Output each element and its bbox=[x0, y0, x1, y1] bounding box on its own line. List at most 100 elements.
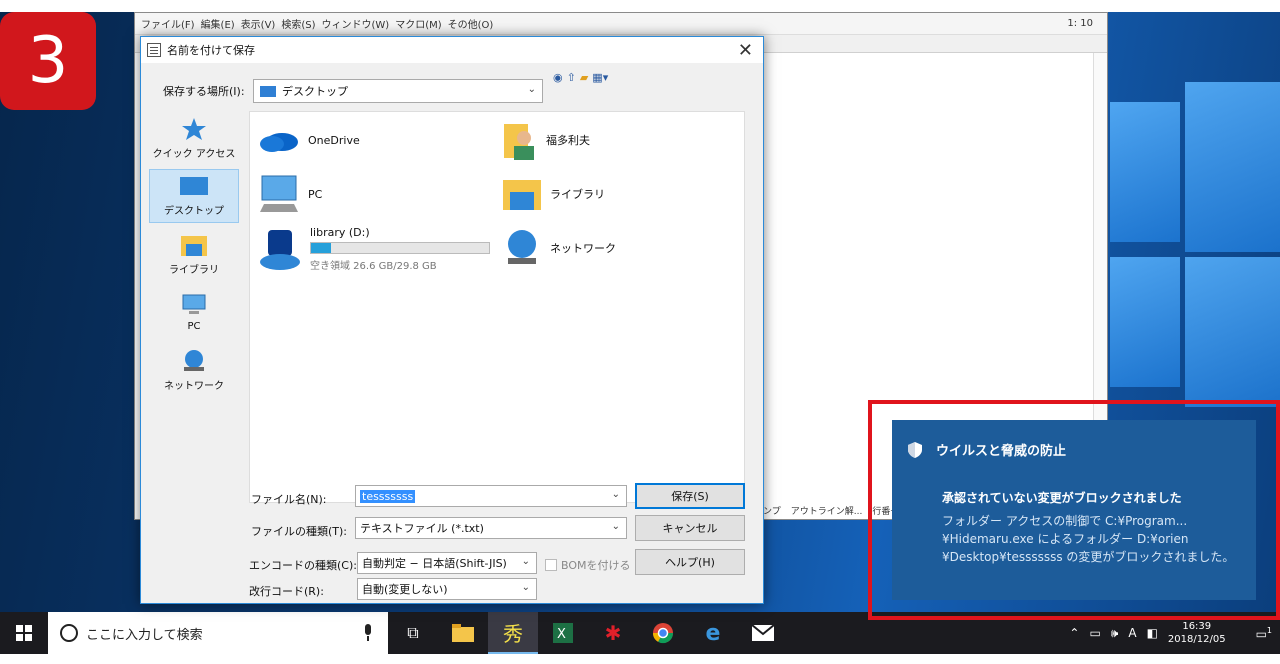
menu-search[interactable]: 検索(S) bbox=[281, 16, 315, 31]
desktop-icon bbox=[180, 176, 208, 195]
checkbox-icon bbox=[545, 559, 557, 571]
cursor-position: 1: 10 bbox=[1067, 18, 1093, 29]
chevron-up-icon[interactable]: ⌃ bbox=[1069, 626, 1079, 640]
taskbar-search-box[interactable]: ここに入力して検索 bbox=[48, 612, 388, 654]
desktop-icon bbox=[260, 85, 276, 97]
network-icon bbox=[184, 349, 204, 371]
chevron-down-icon: ⌄ bbox=[521, 556, 530, 567]
status-item[interactable]: アウトライン解... bbox=[791, 504, 863, 517]
sidebar-item-label: デスクトップ bbox=[164, 205, 224, 217]
status-item: ンプ bbox=[763, 506, 781, 517]
save-location-select[interactable]: デスクトップ ⌄ bbox=[253, 79, 543, 103]
encoding-select[interactable]: 自動判定 − 日本語(Shift-JIS) ⌄ bbox=[357, 552, 537, 574]
chevron-down-icon: ⌄ bbox=[521, 582, 530, 593]
newline-select[interactable]: 自動(変更しない) ⌄ bbox=[357, 578, 537, 600]
list-item-drive-d[interactable]: library (D:) 空き領域 26.6 GB/29.8 GB bbox=[258, 226, 490, 274]
sidebar-item-quick-access[interactable]: クイック アクセス bbox=[149, 111, 239, 165]
item-label: ライブラリ bbox=[550, 188, 605, 201]
filetype-label: ファイルの種類(T): bbox=[251, 525, 348, 538]
notification-center-icon[interactable]: ▭1 bbox=[1256, 626, 1272, 641]
onedrive-icon bbox=[260, 133, 298, 152]
file-explorer-icon[interactable] bbox=[438, 612, 488, 654]
edge-icon[interactable]: e bbox=[688, 612, 738, 654]
ime-icon[interactable]: ◧ bbox=[1147, 626, 1158, 640]
volume-icon[interactable]: 🕪 bbox=[1111, 626, 1119, 641]
encoding-label: エンコードの種類(C): bbox=[249, 559, 357, 572]
up-folder-icon[interactable]: ⇧ bbox=[567, 71, 576, 84]
item-label: library (D:) bbox=[310, 226, 370, 239]
sidebar-item-label: クイック アクセス bbox=[152, 148, 236, 160]
sidebar-item-label: ネットワーク bbox=[164, 380, 224, 392]
list-item-pc[interactable]: PC bbox=[258, 174, 322, 214]
battery-icon[interactable]: ▭ bbox=[1089, 626, 1100, 640]
save-location-value: デスクトップ bbox=[282, 85, 348, 98]
save-as-dialog: 名前を付けて保存 ✕ 保存する場所(I): デスクトップ ⌄ ◉ ⇧ ▰ ▦▾ … bbox=[140, 36, 764, 604]
sidebar-item-library[interactable]: ライブラリ bbox=[149, 227, 239, 281]
sidebar-item-label: PC bbox=[187, 320, 201, 332]
newline-value: 自動(変更しない) bbox=[362, 583, 448, 596]
clock[interactable]: 16:39 2018/12/05 bbox=[1168, 620, 1226, 646]
list-item-user-folder[interactable]: 福多利夫 bbox=[502, 118, 590, 162]
ime-mode-indicator[interactable]: A bbox=[1128, 626, 1136, 640]
drive-usage-bar bbox=[310, 242, 490, 254]
save-location-row: 保存する場所(I): デスクトップ ⌄ bbox=[163, 79, 543, 103]
chevron-down-icon: ⌄ bbox=[527, 84, 536, 95]
encoding-value: 自動判定 − 日本語(Shift-JIS) bbox=[362, 557, 507, 570]
filename-label: ファイル名(N): bbox=[251, 493, 327, 506]
list-item-library[interactable]: ライブラリ bbox=[502, 176, 605, 212]
defender-notification[interactable]: ウイルスと脅威の防止 承認されていない変更がブロックされました フォルダー アク… bbox=[892, 420, 1256, 600]
red-app-icon[interactable]: ✱ bbox=[588, 612, 638, 654]
list-item-onedrive[interactable]: OneDrive bbox=[258, 126, 360, 154]
save-button[interactable]: 保存(S) bbox=[635, 483, 745, 509]
bom-checkbox[interactable]: BOMを付ける bbox=[545, 557, 631, 573]
notification-body: フォルダー アクセスの制御で C:¥Program... ¥Hidemaru.e… bbox=[942, 514, 1235, 564]
filetype-select[interactable]: テキストファイル (*.txt) ⌄ bbox=[355, 517, 627, 539]
item-label: PC bbox=[308, 187, 323, 201]
menu-edit[interactable]: 編集(E) bbox=[201, 16, 235, 31]
library-icon bbox=[503, 180, 541, 210]
navigation-pane: クイック アクセス デスクトップ ライブラリ PC ネットワーク bbox=[149, 111, 245, 501]
help-button[interactable]: ヘルプ(H) bbox=[635, 549, 745, 575]
search-placeholder: ここに入力して検索 bbox=[86, 627, 203, 643]
wallpaper-pane bbox=[1185, 82, 1280, 252]
new-folder-icon[interactable]: ▰ bbox=[580, 71, 588, 84]
library-icon bbox=[181, 235, 207, 256]
chevron-down-icon[interactable]: ⌄ bbox=[612, 489, 620, 500]
menu-window[interactable]: ウィンドウ(W) bbox=[322, 16, 390, 31]
item-label: ネットワーク bbox=[550, 242, 616, 255]
menu-file[interactable]: ファイル(F) bbox=[141, 16, 195, 31]
clock-date: 2018/12/05 bbox=[1167, 634, 1226, 645]
list-item-network[interactable]: ネットワーク bbox=[502, 228, 616, 268]
sidebar-item-pc[interactable]: PC bbox=[149, 285, 239, 339]
star-icon bbox=[182, 117, 206, 140]
menu-other[interactable]: その他(O) bbox=[448, 16, 494, 31]
chrome-icon[interactable] bbox=[638, 612, 688, 654]
menu-macro[interactable]: マクロ(M) bbox=[395, 16, 441, 31]
sidebar-item-network[interactable]: ネットワーク bbox=[149, 343, 239, 397]
network-icon bbox=[508, 230, 536, 264]
task-view-icon[interactable]: ⧉ bbox=[388, 612, 438, 654]
excel-icon[interactable]: X bbox=[538, 612, 588, 654]
view-menu-icon[interactable]: ▦▾ bbox=[592, 71, 608, 84]
microphone-icon[interactable] bbox=[362, 624, 374, 642]
item-label: 福多利夫 bbox=[546, 134, 590, 147]
cancel-button[interactable]: キャンセル bbox=[635, 515, 745, 541]
pc-icon bbox=[182, 294, 206, 314]
pc-icon bbox=[260, 175, 298, 212]
shield-icon bbox=[908, 441, 922, 458]
editor-menu-bar: ファイル(F) 編集(E) 表示(V) 検索(S) ウィンドウ(W) マクロ(M… bbox=[135, 13, 1107, 35]
wallpaper-pane bbox=[1185, 257, 1280, 407]
mail-icon[interactable] bbox=[738, 612, 788, 654]
start-button[interactable] bbox=[0, 612, 48, 654]
windows-logo-icon bbox=[16, 625, 32, 641]
hidemaru-app-icon[interactable]: 秀 bbox=[488, 612, 538, 654]
back-icon[interactable]: ◉ bbox=[553, 71, 563, 84]
chevron-down-icon: ⌄ bbox=[611, 521, 620, 532]
user-folder-icon bbox=[504, 124, 534, 160]
close-icon[interactable]: ✕ bbox=[738, 40, 753, 61]
menu-view[interactable]: 表示(V) bbox=[241, 16, 276, 31]
drive-icon bbox=[260, 230, 300, 270]
sidebar-item-desktop[interactable]: デスクトップ bbox=[149, 169, 239, 223]
svg-text:X: X bbox=[557, 627, 566, 642]
filename-input[interactable]: tesssssss ⌄ bbox=[355, 485, 627, 507]
